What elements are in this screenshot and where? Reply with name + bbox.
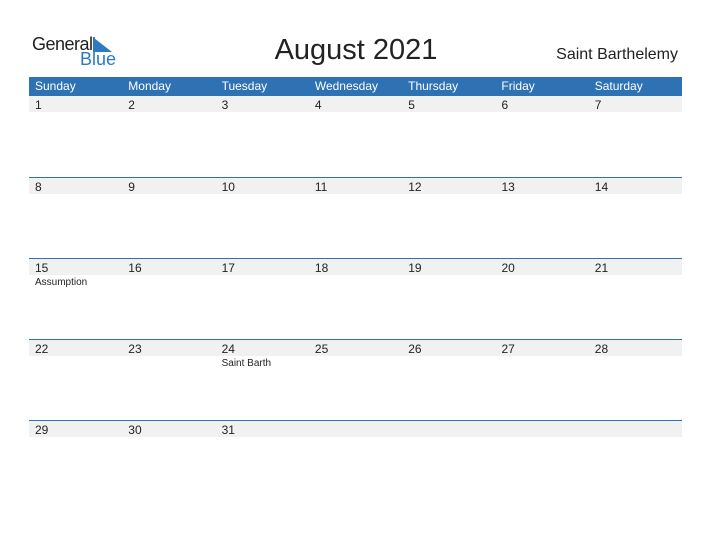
weekday-saturday: Saturday bbox=[594, 79, 643, 93]
week-row: 8 9 10 11 12 13 14 bbox=[29, 177, 682, 258]
day-cell: 8 bbox=[29, 177, 122, 258]
day-cell bbox=[496, 420, 589, 501]
week-row: 22 23 24 Saint Barth 25 26 27 28 bbox=[29, 339, 682, 420]
day-number: 3 bbox=[221, 98, 229, 112]
day-number: 12 bbox=[408, 180, 422, 194]
day-cell: 24 Saint Barth bbox=[216, 339, 309, 420]
holiday-label: Assumption bbox=[35, 277, 88, 288]
day-number: 29 bbox=[35, 423, 49, 437]
day-cell: 19 bbox=[402, 258, 495, 339]
weekday-tuesday: Tuesday bbox=[221, 79, 268, 93]
day-number: 22 bbox=[35, 342, 49, 356]
day-number: 27 bbox=[501, 342, 515, 356]
day-cell: 5 bbox=[402, 95, 495, 176]
week-row: 15 Assumption 16 17 18 19 20 21 bbox=[29, 258, 682, 339]
day-number: 13 bbox=[501, 180, 515, 194]
day-cell: 27 bbox=[496, 339, 589, 420]
weekday-wednesday: Wednesday bbox=[314, 79, 378, 93]
day-cell: 13 bbox=[496, 177, 589, 258]
day-number: 19 bbox=[408, 261, 422, 275]
day-cell: 2 bbox=[122, 95, 215, 176]
day-cell bbox=[402, 420, 495, 501]
day-number: 9 bbox=[128, 180, 135, 194]
day-number: 28 bbox=[594, 342, 609, 356]
day-cell: 10 bbox=[216, 177, 309, 258]
day-number: 24 bbox=[221, 342, 235, 356]
day-number: 31 bbox=[221, 423, 235, 437]
day-cell: 9 bbox=[122, 177, 215, 258]
day-number: 15 bbox=[35, 261, 49, 275]
day-number: 21 bbox=[594, 261, 609, 275]
day-number: 25 bbox=[314, 342, 329, 356]
day-number: 30 bbox=[128, 423, 142, 437]
day-number: 5 bbox=[408, 98, 415, 112]
day-number: 10 bbox=[221, 180, 235, 194]
day-cell: 4 bbox=[309, 95, 402, 176]
day-cell bbox=[589, 420, 682, 501]
day-cell: 14 bbox=[589, 177, 682, 258]
day-cell: 31 bbox=[216, 420, 309, 501]
day-cell: 15 Assumption bbox=[29, 258, 122, 339]
day-number: 26 bbox=[408, 342, 422, 356]
day-cell: 12 bbox=[402, 177, 495, 258]
weekday-sunday: Sunday bbox=[35, 79, 76, 93]
day-number: 16 bbox=[128, 261, 142, 275]
day-cell: 6 bbox=[496, 95, 589, 176]
day-number: 6 bbox=[501, 98, 509, 112]
day-cell: 29 bbox=[29, 420, 122, 501]
weekday-friday: Friday bbox=[501, 79, 535, 93]
day-number: 7 bbox=[594, 98, 602, 112]
day-cell: 1 bbox=[29, 95, 122, 176]
day-cell: 7 bbox=[589, 95, 682, 176]
day-number: 18 bbox=[314, 261, 329, 275]
day-number: 20 bbox=[501, 261, 515, 275]
day-number: 2 bbox=[128, 98, 135, 112]
weekday-header: Sunday Monday Tuesday Wednesday Thursday… bbox=[29, 77, 682, 96]
weekday-thursday: Thursday bbox=[408, 79, 459, 93]
day-number: 1 bbox=[35, 98, 42, 112]
day-cell: 28 bbox=[589, 339, 682, 420]
day-number: 4 bbox=[314, 98, 322, 112]
day-cell: 3 bbox=[216, 95, 309, 176]
weekday-monday: Monday bbox=[128, 79, 171, 93]
day-number: 8 bbox=[35, 180, 42, 194]
week-row: 1 2 3 4 5 6 7 bbox=[29, 95, 682, 176]
day-cell bbox=[309, 420, 402, 501]
day-number: 14 bbox=[594, 180, 609, 194]
week-row: 29 30 31 bbox=[29, 420, 682, 501]
country-name: Saint Barthelemy bbox=[556, 46, 678, 63]
day-cell: 23 bbox=[122, 339, 215, 420]
day-cell: 11 bbox=[309, 177, 402, 258]
day-number: 23 bbox=[128, 342, 142, 356]
day-cell: 20 bbox=[496, 258, 589, 339]
day-cell: 16 bbox=[122, 258, 215, 339]
day-number: 11 bbox=[314, 180, 328, 194]
day-cell: 30 bbox=[122, 420, 215, 501]
day-cell: 26 bbox=[402, 339, 495, 420]
day-number: 17 bbox=[221, 261, 235, 275]
day-cell: 21 bbox=[589, 258, 682, 339]
day-cell: 17 bbox=[216, 258, 309, 339]
holiday-label: Saint Barth bbox=[221, 358, 272, 369]
day-cell: 18 bbox=[309, 258, 402, 339]
day-cell: 25 bbox=[309, 339, 402, 420]
day-cell: 22 bbox=[29, 339, 122, 420]
